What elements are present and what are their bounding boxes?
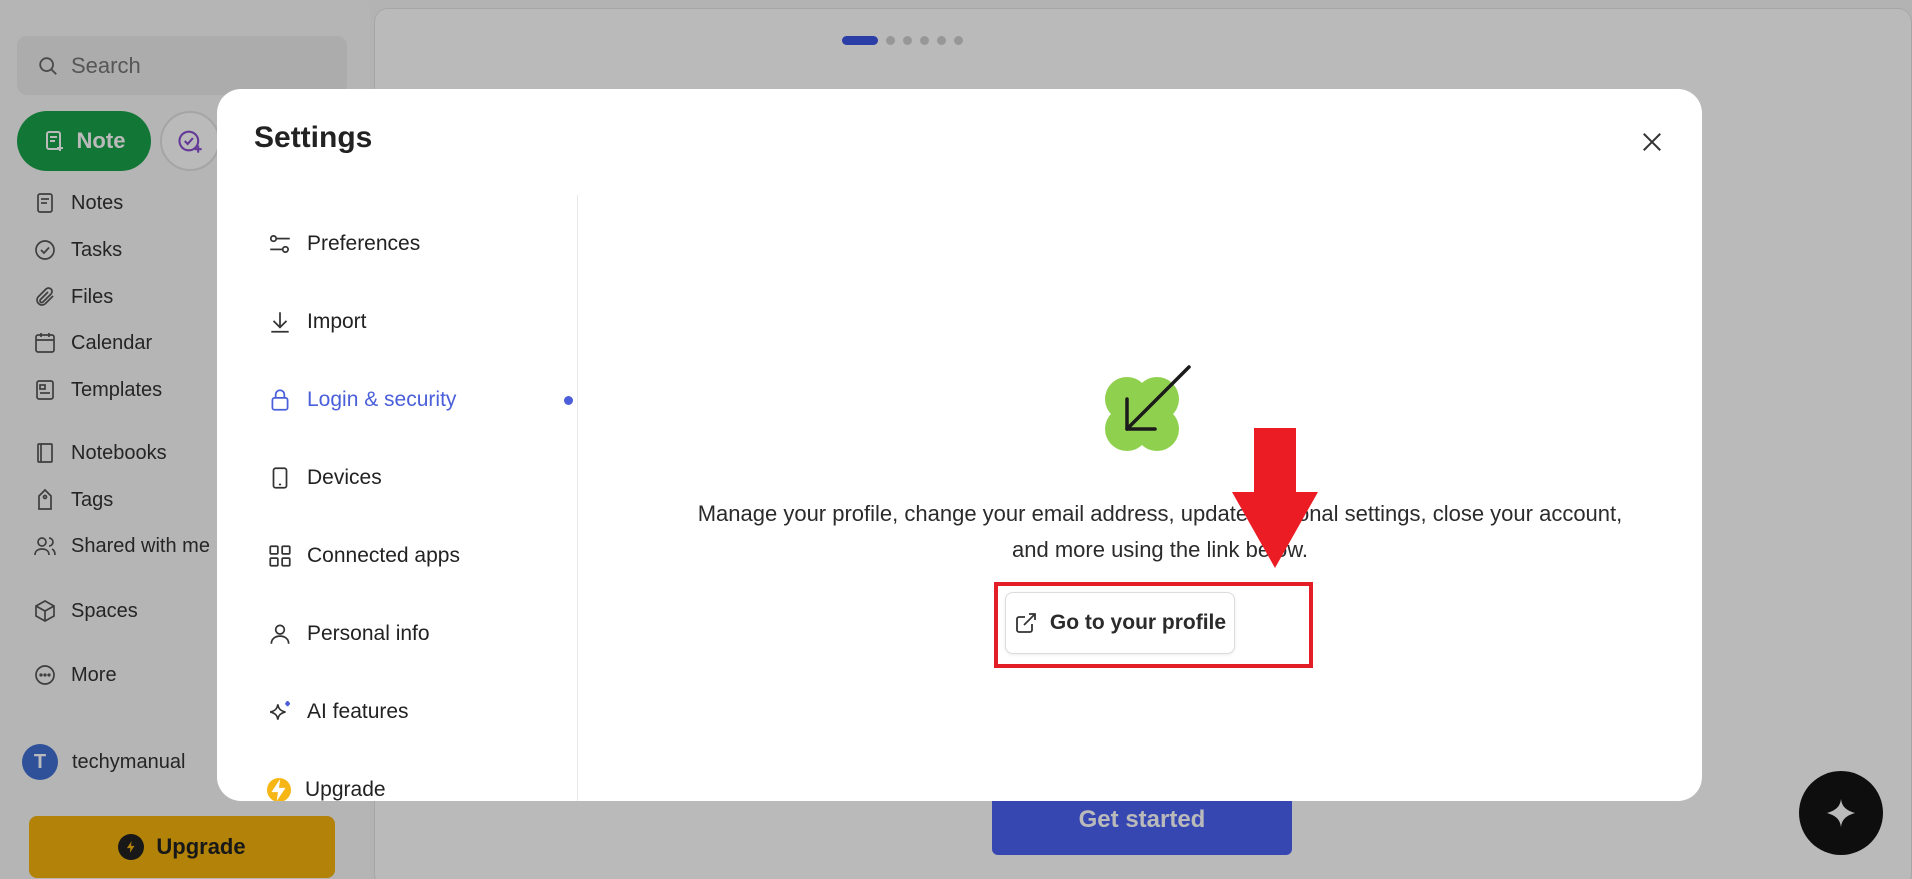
red-arrow-icon: [1232, 428, 1318, 568]
settings-item-label: Preferences: [307, 232, 421, 255]
profile-illustration: [1087, 364, 1197, 479]
settings-item-connected-apps[interactable]: Connected apps: [267, 536, 557, 576]
settings-item-login-security[interactable]: Login & security: [267, 380, 573, 420]
settings-item-label: Personal info: [307, 622, 430, 645]
settings-item-label: Connected apps: [307, 544, 460, 567]
modal-title: Settings: [254, 121, 373, 154]
close-button[interactable]: [1632, 122, 1672, 162]
settings-item-ai-features[interactable]: AI features: [267, 692, 557, 732]
settings-item-label: Upgrade: [305, 778, 386, 801]
sparkle-icon: [270, 701, 290, 720]
settings-item-devices[interactable]: Devices: [267, 458, 557, 498]
phone-icon: [272, 467, 288, 489]
profile-description: Manage your profile, change your email a…: [697, 501, 1623, 562]
settings-item-personal-info[interactable]: Personal info: [267, 614, 557, 654]
settings-modal: Settings Preferences Import Login & secu…: [217, 89, 1702, 801]
active-indicator-dot: [564, 396, 573, 405]
settings-item-label: Import: [307, 310, 367, 333]
person-icon: [270, 624, 290, 644]
settings-item-label: AI features: [307, 700, 409, 723]
settings-item-import[interactable]: Import: [267, 302, 557, 342]
grid-icon: [269, 545, 291, 567]
lock-icon: [271, 389, 289, 411]
sliders-icon: [269, 235, 290, 253]
highlight-box: [994, 582, 1313, 668]
close-icon: [1643, 133, 1661, 151]
modal-divider: [577, 195, 578, 801]
download-icon: [271, 312, 289, 333]
settings-item-preferences[interactable]: Preferences: [267, 224, 557, 264]
settings-item-upgrade[interactable]: Upgrade: [267, 770, 557, 801]
bolt-icon: [267, 778, 291, 801]
settings-item-label: Login & security: [307, 388, 457, 411]
settings-item-label: Devices: [307, 466, 382, 489]
